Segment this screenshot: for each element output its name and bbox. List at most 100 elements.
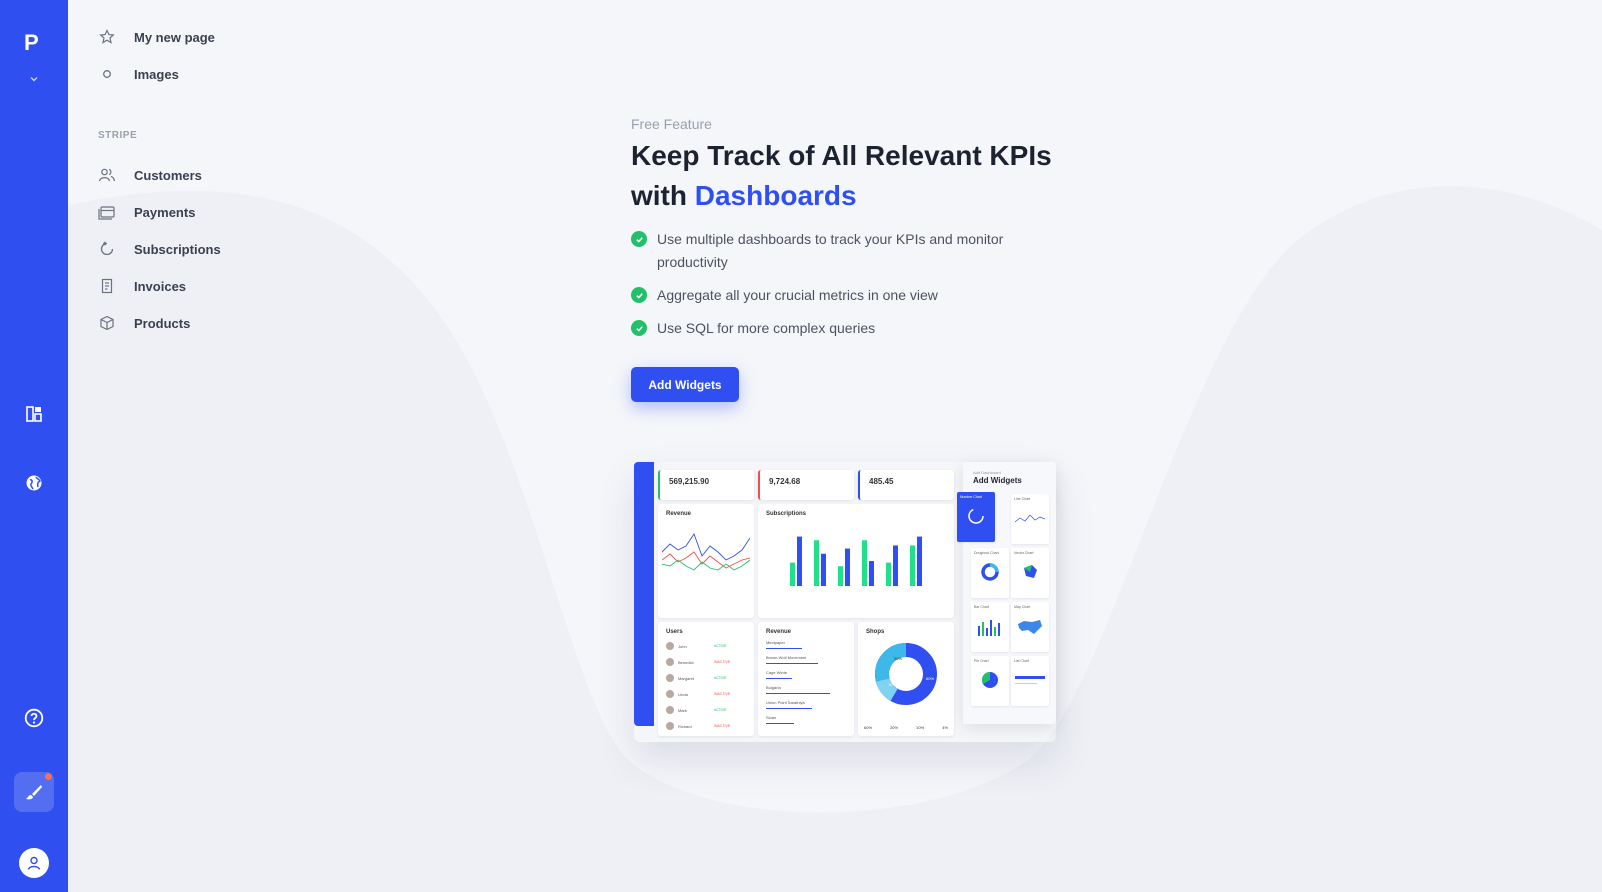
check-icon <box>631 320 647 336</box>
preview-user-status: INACTIVE <box>714 660 731 664</box>
preview-users-card: Users John ACTIVE Benedict INACTIVE Margar… <box>658 622 754 736</box>
preview-bar-blue <box>869 561 874 586</box>
preview-card-title: Revenue <box>766 629 792 635</box>
circle-icon <box>98 65 116 83</box>
preview-user-row: Benedict INACTIVE <box>666 654 748 670</box>
preview-user-row: Linda INACTIVE <box>666 686 748 702</box>
preview-revenue-item: Brown-Wolf Movement <box>766 655 846 670</box>
preview-user-name: Margaret <box>678 675 695 681</box>
preview-revenue-item: Cage Wirde <box>766 670 846 685</box>
globe-icon[interactable] <box>22 471 46 495</box>
preview-user-name: Benedict <box>678 659 694 665</box>
user-avatar[interactable] <box>19 848 49 878</box>
nav-item-payments[interactable]: Payments <box>98 200 195 224</box>
nav-item-label: Customers <box>134 167 202 183</box>
nav-item-images[interactable]: Images <box>98 62 179 86</box>
preview-kpi-card: 485.45 <box>858 470 954 500</box>
nav-item-label: Products <box>134 315 191 331</box>
check-icon <box>631 287 647 303</box>
title-line-1: Keep Track of All Relevant KPIs <box>631 140 1052 171</box>
preview-rail <box>634 462 654 726</box>
nav-item-products[interactable]: Products <box>98 311 190 335</box>
nav-item-label: My new page <box>134 29 215 45</box>
dashboard-preview-image: 569,215.90 9,724.68 485.45 Revenue Subsc… <box>634 462 1056 742</box>
nav-item-customers[interactable]: Customers <box>98 163 202 187</box>
add-widgets-button[interactable]: Add Widgets <box>631 367 739 402</box>
preview-user-name: Mark <box>678 707 687 713</box>
preview-bar-blue <box>797 536 802 586</box>
feature-item: Aggregate all your crucial metrics in on… <box>631 284 1051 307</box>
feature-eyebrow: Free Feature <box>631 116 712 132</box>
feature-text: Aggregate all your crucial metrics in on… <box>657 287 938 303</box>
preview-user-status: INACTIVE <box>714 724 731 728</box>
preview-user-row: John ACTIVE <box>666 638 748 654</box>
preview-bar-blue <box>821 553 826 586</box>
app-rail: P <box>0 0 68 892</box>
preview-user-row: Richard INACTIVE <box>666 718 748 734</box>
page-title: Keep Track of All Relevant KPIs with Das… <box>631 136 1091 216</box>
paintbrush-button[interactable] <box>14 772 54 812</box>
feature-item: Use SQL for more complex queries <box>631 317 1051 340</box>
preview-revenue-item: Sloan <box>766 715 846 730</box>
preview-bar-blue <box>893 545 898 586</box>
preview-card-title: Revenue <box>666 511 692 517</box>
preview-bar-green <box>862 540 867 586</box>
preview-bar-green <box>910 545 915 586</box>
feature-item: Use multiple dashboards to track your KP… <box>631 228 1051 274</box>
feature-text: Use multiple dashboards to track your KP… <box>657 231 1004 270</box>
check-icon <box>631 231 647 247</box>
preview-tile: Number Chart <box>957 492 995 542</box>
preview-card-title: Shops <box>866 629 885 635</box>
preview-donut-label: 20% <box>894 656 902 661</box>
preview-donut-chart: 20% 60% 10% <box>875 643 937 705</box>
nav-item-subscriptions[interactable]: Subscriptions <box>98 237 221 261</box>
user-icon <box>27 856 41 870</box>
preview-revenue-item: Bulgaria <box>766 685 846 700</box>
preview-shops-card: Shops 20% 60% 10% 60% 20% 10% 4% <box>858 622 954 736</box>
preview-tile: Pie Chart <box>971 656 1009 706</box>
nav-item-invoices[interactable]: Invoices <box>98 274 186 298</box>
preview-kpi-card: 569,215.90 <box>658 470 754 500</box>
preview-revenue-item: Mindpaper <box>766 640 846 655</box>
preview-donut-label: 60% <box>926 676 934 681</box>
preview-bar-blue <box>917 536 922 586</box>
preview-shops-footer: 60% 20% 10% 4% <box>864 725 948 730</box>
preview-user-name: John <box>678 643 687 649</box>
nav-item-label: Payments <box>134 204 196 220</box>
invoice-icon <box>98 277 116 295</box>
title-line-2-prefix: with <box>631 180 695 211</box>
preview-user-status: ACTIVE <box>714 644 727 648</box>
preview-revenue-card: Revenue <box>658 504 754 618</box>
preview-user-list: John ACTIVE Benedict INACTIVE Margaret ACTI… <box>666 638 748 734</box>
preview-tile: Bar Chart <box>971 602 1009 652</box>
preview-tile: Line Chart <box>1011 494 1049 544</box>
preview-kpi-value: 569,215.90 <box>669 477 710 486</box>
preview-panel-title: Add Widgets <box>973 476 1022 485</box>
refresh-icon <box>98 240 116 258</box>
preview-bar-chart <box>790 536 922 586</box>
workspace-logo[interactable]: P <box>24 30 39 56</box>
preview-user-row: Mark ACTIVE <box>666 702 748 718</box>
preview-user-row: Margaret ACTIVE <box>666 670 748 686</box>
preview-add-widgets-panel: Add Dashboard Add Widgets Number Chart L… <box>957 462 1056 724</box>
preview-revenue-item: Union Point Sarathiya <box>766 700 846 715</box>
nav-section-stripe: STRIPE <box>98 130 138 141</box>
help-icon[interactable] <box>22 706 46 730</box>
box-icon <box>98 314 116 332</box>
preview-kpi-value: 485.45 <box>869 477 894 486</box>
nav-item-label: Images <box>134 66 179 82</box>
preview-bar-blue <box>845 548 850 586</box>
nav-item-my-new-page[interactable]: My new page <box>98 25 215 49</box>
paintbrush-icon <box>26 785 42 800</box>
chevron-down-icon[interactable] <box>28 72 40 90</box>
preview-kpi-card: 9,724.68 <box>758 470 854 500</box>
preview-tile: Map Chart <box>1011 602 1049 652</box>
preview-user-status: ACTIVE <box>714 708 727 712</box>
preview-kpi-value: 9,724.68 <box>769 477 801 486</box>
dashboard-icon[interactable] <box>22 402 46 426</box>
preview-bar-green <box>814 540 819 586</box>
preview-tile: Doughnut Chart <box>971 548 1009 598</box>
preview-tile: List Chart <box>1011 656 1049 706</box>
title-accent: Dashboards <box>694 180 857 211</box>
preview-donut-label: 10% <box>888 682 896 687</box>
